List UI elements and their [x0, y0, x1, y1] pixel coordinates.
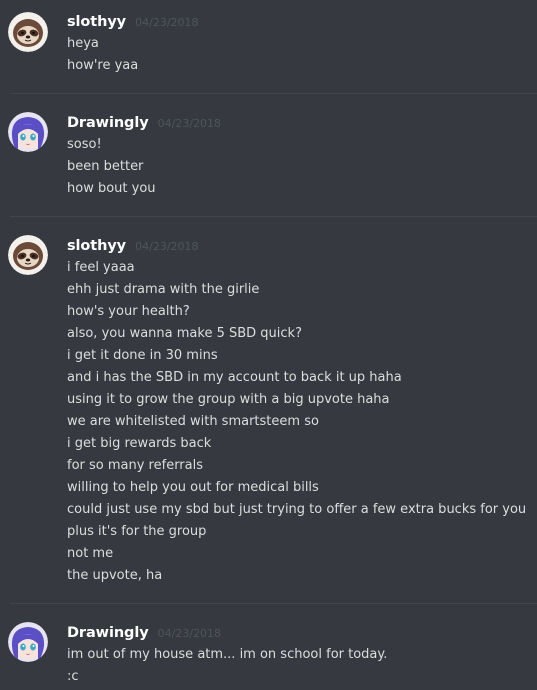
message-line: the upvote, ha: [67, 568, 163, 583]
message-divider: [10, 93, 537, 94]
message-line: ehh just drama with the girlie: [67, 282, 260, 297]
chat-message-list: slothyy 04/23/2018 heya how're yaa Drawi…: [0, 0, 537, 690]
anime-girl-icon: [8, 112, 48, 152]
message-line: willing to help you out for medical bill…: [67, 480, 319, 495]
sloth-icon: [8, 12, 48, 52]
username[interactable]: Drawingly: [67, 625, 149, 641]
message-header: Drawingly 04/23/2018: [67, 622, 221, 641]
message-header: slothyy 04/23/2018: [67, 11, 199, 30]
timestamp: 04/23/2018: [157, 627, 222, 640]
message-lines: heya how're yaa: [67, 33, 138, 77]
timestamp: 04/23/2018: [157, 117, 222, 130]
username[interactable]: slothyy: [67, 14, 126, 30]
message-line: been better: [67, 159, 144, 174]
message-line: soso!: [67, 137, 102, 152]
message-line: heya: [67, 36, 99, 51]
avatar[interactable]: [8, 12, 48, 52]
message-lines: soso! been better how bout you: [67, 134, 156, 200]
message-line: not me: [67, 546, 114, 561]
username[interactable]: slothyy: [67, 238, 126, 254]
timestamp: 04/23/2018: [135, 16, 199, 29]
timestamp: 04/23/2018: [135, 240, 199, 253]
message-line: i get it done in 30 mins: [67, 348, 218, 363]
message-line: how bout you: [67, 181, 156, 196]
username[interactable]: Drawingly: [67, 115, 149, 131]
avatar[interactable]: [8, 112, 48, 152]
message-divider: [10, 216, 537, 217]
message-line: also, you wanna make 5 SBD quick?: [67, 326, 302, 341]
message-line: i get big rewards back: [67, 436, 212, 451]
message-line: im out of my house atm... im on school f…: [67, 647, 388, 662]
message-line: and i has the SBD in my account to back …: [67, 370, 402, 385]
sloth-icon: [8, 235, 48, 275]
message-line: i feel yaaa: [67, 260, 135, 275]
anime-girl-icon: [8, 622, 48, 662]
message-divider: [10, 603, 537, 604]
message-header: slothyy 04/23/2018: [67, 235, 199, 254]
message-line: how's your health?: [67, 304, 190, 319]
avatar[interactable]: [8, 235, 48, 275]
message-header: Drawingly 04/23/2018: [67, 112, 221, 131]
message-line: could just use my sbd but just trying to…: [67, 502, 527, 517]
message-line: we are whitelisted with smartsteem so: [67, 414, 319, 429]
message-line: how're yaa: [67, 58, 139, 73]
message-line: using it to grow the group with a big up…: [67, 392, 390, 407]
message-line: :c: [67, 669, 79, 684]
message-line: plus it's for the group: [67, 524, 207, 539]
avatar[interactable]: [8, 622, 48, 662]
message-lines: i feel yaaa ehh just drama with the girl…: [67, 257, 526, 587]
message-line: for so many referrals: [67, 458, 204, 473]
message-lines: im out of my house atm... im on school f…: [67, 644, 387, 688]
